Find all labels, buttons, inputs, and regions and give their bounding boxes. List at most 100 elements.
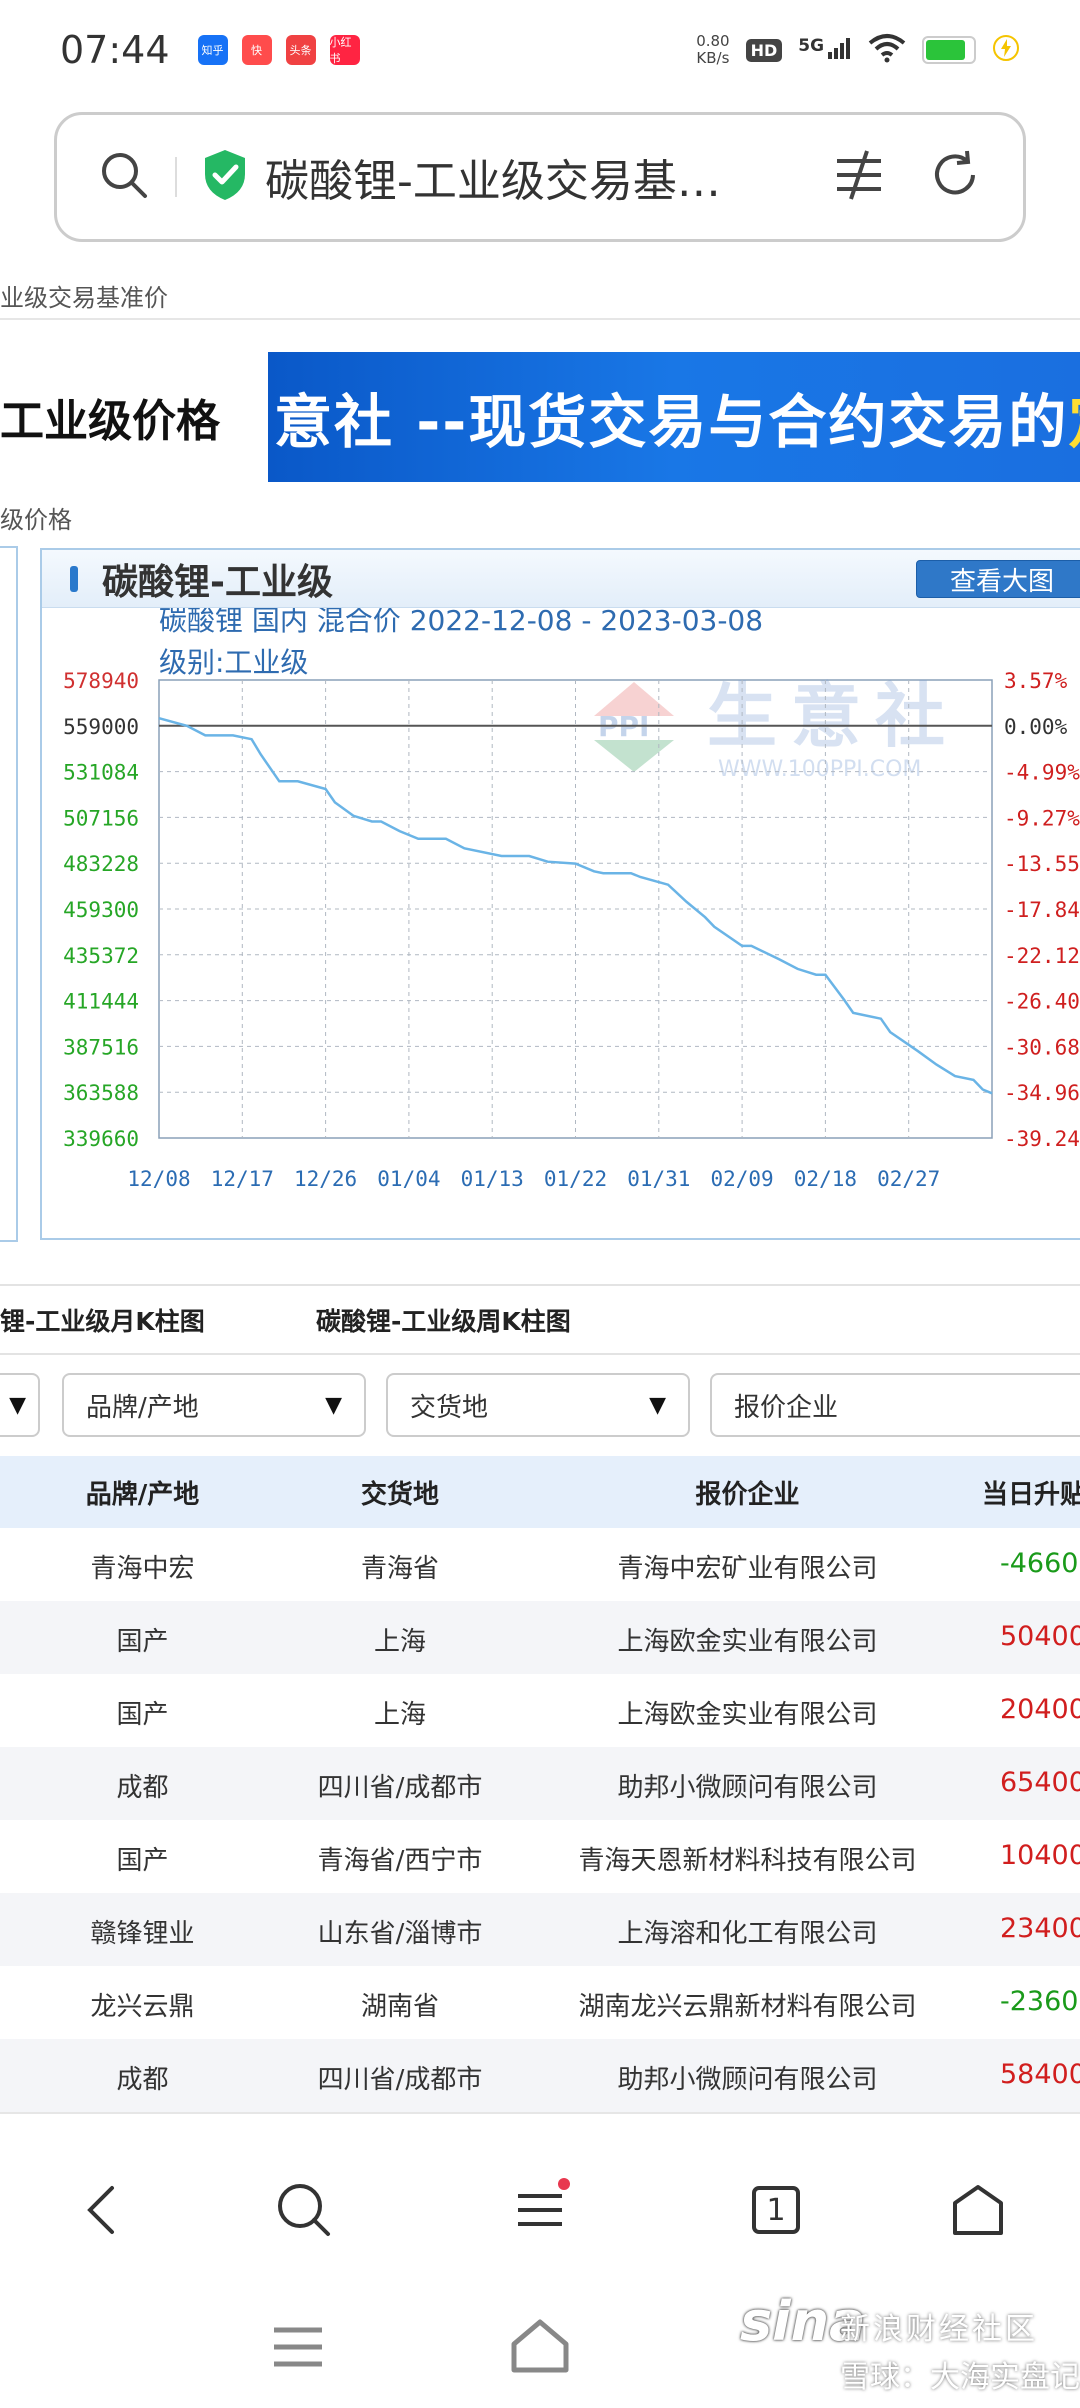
cell-brand: 青海中宏 <box>90 1554 195 1584</box>
cell-company[interactable]: 上海欧金实业有限公司 <box>550 1694 945 1731</box>
network-speed-unit: KB/s <box>696 49 730 67</box>
network-type-label: 5G <box>798 35 825 56</box>
chart-subtitle: 级别:工业级 <box>159 646 308 679</box>
address-divider <box>175 157 177 197</box>
table-row[interactable]: 国产 青海省/西宁市 青海天恩新材料科技有限公司 10400 <box>0 1820 1080 1893</box>
y-tick-label-right: -34.96 <box>1004 1081 1080 1105</box>
cell-company[interactable]: 湖南龙兴云鼎新材料有限公司 <box>550 1986 945 2023</box>
watermark-brand: 生意社 <box>707 675 959 757</box>
divider <box>0 1284 1080 1286</box>
delivery-filter-label: 交货地 <box>410 1392 489 1423</box>
tab-weekly-k[interactable]: 碳酸锂-工业级周K柱图 <box>316 1302 571 1338</box>
menu-button[interactable] <box>504 2174 576 2246</box>
battery-level <box>926 40 966 60</box>
view-large-chart-button[interactable]: 查看大图 <box>916 560 1080 598</box>
column-header-company[interactable]: 报价企业 <box>620 1474 875 1511</box>
x-tick-label: 01/13 <box>461 1167 524 1191</box>
back-button[interactable] <box>66 2174 138 2246</box>
cell-change: 20400 <box>1000 1694 1080 1725</box>
column-header-change[interactable]: 当日升贴 <box>982 1474 1080 1511</box>
recents-button[interactable] <box>270 2322 326 2376</box>
y-tick-label-left: 531084 <box>63 761 139 785</box>
y-tick-label-right: 0.00% <box>1004 715 1068 739</box>
banner-ad[interactable]: 意社 --现货交易与合约交易的定 <box>268 352 1080 482</box>
banner-text-highlight: 定 <box>1068 388 1080 456</box>
cell-delivery: 湖南省 <box>360 1992 439 2022</box>
table-row[interactable]: 赣锋锂业 山东省/淄博市 上海溶和化工有限公司 23400 <box>0 1893 1080 1966</box>
wifi-icon <box>868 33 906 67</box>
status-indicators: 0.80 KB/s HD 5G <box>696 33 1020 67</box>
price-line-chart: 碳酸锂 国内 混合价 2022-12-08 - 2023-03-08 级别:工业级… <box>63 608 1080 1191</box>
y-tick-label-left: 483228 <box>63 852 139 876</box>
tab-count: 1 <box>766 2192 786 2228</box>
y-tick-label-right: -4.99% <box>1004 761 1080 785</box>
delivery-filter-select[interactable]: 交货地 ▼ <box>386 1373 690 1437</box>
cell-change: -23600 <box>1000 1986 1080 2017</box>
table-row[interactable]: 成都 四川省/成都市 助邦小微顾问有限公司 65400 <box>0 1747 1080 1820</box>
cell-company[interactable]: 上海欧金实业有限公司 <box>550 1621 945 1658</box>
cell-company[interactable]: 助邦小微顾问有限公司 <box>550 1767 945 1804</box>
cell-change: -46600 <box>1000 1548 1080 1579</box>
toutiao-app-icon: 头条 <box>285 35 316 65</box>
x-tick-label: 01/22 <box>544 1167 607 1191</box>
cell-delivery: 青海省 <box>360 1554 439 1584</box>
tabs-button[interactable]: 1 <box>740 2174 812 2246</box>
kuaishou-app-icon: 快 <box>241 35 272 65</box>
chart-title: 碳酸锂 国内 混合价 2022-12-08 - 2023-03-08 <box>159 608 763 637</box>
system-home-button[interactable] <box>508 2316 572 2380</box>
column-header-delivery[interactable]: 交货地 <box>320 1474 480 1511</box>
page-heading: 工业级价格 <box>0 396 220 447</box>
y-tick-label-left: 339660 <box>63 1127 139 1151</box>
chevron-down-icon: ▼ <box>9 1392 26 1418</box>
y-tick-label-left: 387516 <box>63 1035 139 1059</box>
battery-icon <box>922 36 976 64</box>
cell-brand: 赣锋锂业 <box>90 1919 195 1949</box>
charging-icon <box>992 34 1020 66</box>
secure-shield-icon[interactable] <box>201 148 249 206</box>
refresh-icon[interactable] <box>927 147 983 207</box>
zhihu-app-icon: 知乎 <box>197 35 228 65</box>
y-tick-label-left: 459300 <box>63 898 139 922</box>
header-marker <box>70 565 78 592</box>
search-icon[interactable] <box>268 2174 340 2246</box>
y-tick-label-right: -17.84 <box>1004 898 1080 922</box>
x-tick-label: 01/31 <box>627 1167 690 1191</box>
cell-company[interactable]: 上海溶和化工有限公司 <box>550 1913 945 1950</box>
column-header-brand[interactable]: 品牌/产地 <box>70 1474 215 1511</box>
cell-company[interactable]: 青海中宏矿业有限公司 <box>550 1548 945 1585</box>
filter-icon[interactable] <box>831 147 887 207</box>
table-row[interactable]: 成都 四川省/成都市 助邦小微顾问有限公司 58400 <box>0 2039 1080 2112</box>
watermark-line1: 新浪财经社区 <box>840 2312 1038 2347</box>
cell-brand: 国产 <box>116 1846 169 1876</box>
left-panel-edge <box>0 546 18 1242</box>
y-tick-label-right: -9.27% <box>1004 806 1080 830</box>
company-filter-input[interactable]: 报价企业 <box>710 1373 1080 1437</box>
x-tick-label: 12/17 <box>211 1167 274 1191</box>
y-tick-label-right: -26.40 <box>1004 990 1080 1014</box>
cell-change: 10400 <box>1000 1840 1080 1871</box>
x-tick-label: 12/26 <box>294 1167 357 1191</box>
y-tick-label-left: 363588 <box>63 1081 139 1105</box>
cell-delivery: 青海省/西宁市 <box>317 1846 483 1876</box>
page-title-in-address-bar[interactable]: 碳酸锂-工业级交易基… <box>265 145 831 209</box>
table-row[interactable]: 龙兴云鼎 湖南省 湖南龙兴云鼎新材料有限公司 -23600 <box>0 1966 1080 2039</box>
y-tick-label-right: -22.12 <box>1004 944 1080 968</box>
tab-monthly-k[interactable]: 锂-工业级月K柱图 <box>0 1302 205 1338</box>
cell-company[interactable]: 助邦小微顾问有限公司 <box>550 2059 945 2096</box>
signal-5g-icon: 5G <box>798 35 852 64</box>
banner-text: 意社 --现货交易与合约交易的定 <box>274 375 1080 459</box>
divider <box>0 1353 1080 1355</box>
brand-filter-select[interactable]: 品牌/产地 ▼ <box>62 1373 366 1437</box>
chevron-down-icon: ▼ <box>325 1392 342 1418</box>
search-icon[interactable] <box>97 148 151 206</box>
filter-select-partial[interactable]: ▼ <box>0 1373 40 1437</box>
cell-company[interactable]: 青海天恩新材料科技有限公司 <box>550 1840 945 1877</box>
address-bar[interactable]: 碳酸锂-工业级交易基… <box>54 112 1026 242</box>
xiaohongshu-app-icon: 小红书 <box>329 35 360 65</box>
table-row[interactable]: 国产 上海 上海欧金实业有限公司 20400 <box>0 1674 1080 1747</box>
table-row[interactable]: 国产 上海 上海欧金实业有限公司 50400 <box>0 1601 1080 1674</box>
sub-breadcrumb: 级价格 <box>0 506 72 534</box>
x-tick-label: 02/09 <box>710 1167 773 1191</box>
home-button[interactable] <box>942 2174 1014 2246</box>
table-row[interactable]: 青海中宏 青海省 青海中宏矿业有限公司 -46600 <box>0 1528 1080 1601</box>
